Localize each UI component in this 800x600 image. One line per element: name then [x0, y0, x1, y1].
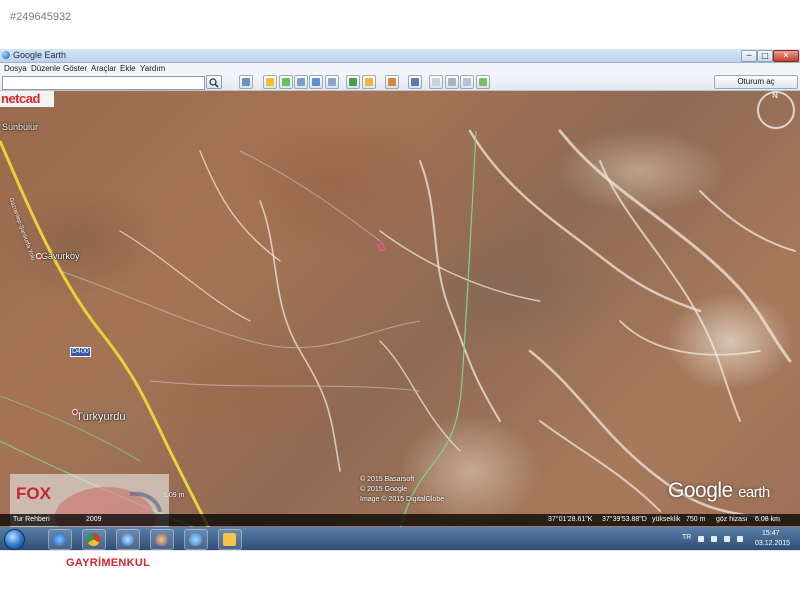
latitude-readout: 37°01'28.61"K: [548, 516, 593, 523]
listing-id: #249645932: [10, 11, 72, 23]
clock-date[interactable]: 03.12.2015: [755, 540, 790, 547]
language-indicator[interactable]: TR: [682, 534, 691, 541]
terrain-overlay: [0, 129, 796, 530]
sidebar-toggle-icon[interactable]: [239, 75, 253, 89]
polygon-icon[interactable]: [279, 75, 293, 89]
search-input[interactable]: [2, 76, 205, 90]
netcad-logo: netcad: [0, 91, 54, 107]
search-button[interactable]: [206, 75, 222, 89]
menu-add[interactable]: Ekle: [120, 64, 136, 73]
window-title: Google Earth: [13, 50, 67, 60]
parcel-marker: [377, 241, 386, 252]
image-overlay-icon[interactable]: [309, 75, 323, 89]
google-earth-app-icon: [2, 51, 10, 59]
eye-altitude-label: göz hizası: [716, 516, 748, 523]
agency-watermark: GAYRİMENKUL: [66, 557, 151, 569]
maps-icon[interactable]: [476, 75, 490, 89]
logo-main-text: Google: [668, 479, 733, 502]
email-icon[interactable]: [429, 75, 443, 89]
copyright-digitalglobe: Image © 2015 DigitalGlobe: [360, 496, 445, 503]
google-earth-logo: Google earth: [668, 479, 770, 503]
boundary-line-north-south: [399, 130, 477, 530]
menu-tools[interactable]: Araçlar: [91, 64, 116, 73]
media-app-icon[interactable]: [150, 529, 174, 550]
menu-file[interactable]: Dosya: [4, 64, 27, 73]
elevation-value: 750 m: [686, 516, 706, 523]
internet-explorer-icon[interactable]: [48, 529, 72, 550]
paint-icon[interactable]: [184, 529, 208, 550]
chrome-icon[interactable]: [82, 529, 106, 550]
ruler-icon[interactable]: [408, 75, 422, 89]
tray-expand-icon[interactable]: [698, 536, 704, 542]
elevation-label: yükseklik: [652, 516, 681, 523]
path-icon[interactable]: [294, 75, 308, 89]
print-icon[interactable]: [445, 75, 459, 89]
clock-time[interactable]: 15:47: [762, 530, 780, 537]
logo-sub-text: earth: [738, 484, 770, 501]
record-tour-icon[interactable]: [325, 75, 339, 89]
sunlight-icon[interactable]: [362, 75, 376, 89]
tray-network-icon[interactable]: [737, 536, 743, 542]
tour-guide-label[interactable]: Tur Rehberi: [13, 516, 50, 523]
save-image-icon[interactable]: [460, 75, 474, 89]
menu-edit[interactable]: Düzenle: [31, 64, 60, 73]
tray-volume-icon[interactable]: [724, 536, 730, 542]
status-bar: Tur Rehberi 2009 37°01'28.61"K 37°39'53.…: [0, 514, 800, 526]
menu-bar: Dosya Düzenle Göster Araçlar Ekle Yardım: [0, 63, 800, 74]
menu-view[interactable]: Göster: [63, 64, 87, 73]
historical-imagery-icon[interactable]: [346, 75, 360, 89]
place-label-sunbulur: Sünbülür: [2, 122, 39, 132]
file-explorer-icon[interactable]: [218, 529, 242, 550]
search-icon: [209, 78, 219, 88]
maximize-button[interactable]: □: [757, 50, 773, 62]
google-earth-taskbar-icon[interactable]: [116, 529, 140, 550]
planets-icon[interactable]: [385, 75, 399, 89]
wadi-network: [119, 129, 796, 523]
place-label-gavurkoy: Gavurköy: [41, 251, 80, 261]
eye-altitude-value: 6.08 km: [755, 516, 780, 523]
windows-taskbar: TR 15:47 03.12.2015: [0, 527, 800, 550]
tray-flag-icon[interactable]: [711, 536, 717, 542]
map-view[interactable]: netcad Sünbülür Gavurköy Türkyurdu D400 …: [0, 91, 800, 530]
fox-logo: FOX: [16, 484, 51, 503]
place-label-turkyurdu: Türkyurdu: [76, 411, 126, 423]
longitude-readout: 37°39'53.88"D: [602, 516, 647, 523]
menu-help[interactable]: Yardım: [140, 64, 165, 73]
road-shield-d400: D400: [70, 347, 91, 357]
sign-in-button[interactable]: Oturum aç: [714, 75, 798, 89]
north-indicator: N: [772, 91, 778, 100]
dirt-roads: [59, 150, 421, 392]
imagery-year: 2009: [86, 516, 102, 523]
copyright-google: © 2015 Google: [360, 486, 408, 493]
close-button[interactable]: ✕: [773, 50, 799, 62]
highway-d400: [0, 140, 212, 530]
toolbar: Oturum aç: [0, 74, 800, 91]
title-bar: Google Earth ─ □ ✕: [0, 49, 800, 63]
placemark-icon[interactable]: [263, 75, 277, 89]
copyright-basarsoft: © 2015 Basarsoft: [360, 476, 415, 483]
minimize-button[interactable]: ─: [741, 50, 757, 62]
start-button[interactable]: [4, 529, 25, 550]
